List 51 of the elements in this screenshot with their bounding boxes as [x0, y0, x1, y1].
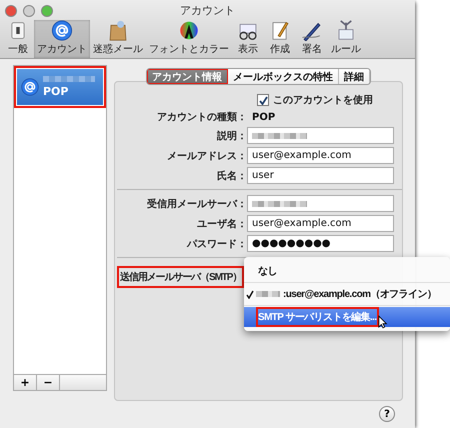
menu-item[interactable]: SMTP サーバリストを編集...	[244, 307, 450, 327]
blurred-text	[256, 291, 280, 297]
blurred-text	[252, 200, 307, 206]
toolbar-item[interactable]: 署名	[296, 20, 328, 58]
account-type-value: POP	[251, 112, 276, 122]
input-field[interactable]	[247, 195, 394, 212]
at-sign-icon	[21, 78, 39, 96]
input-field[interactable]: user	[247, 167, 394, 184]
field-label: ユーザ名：	[196, 218, 247, 230]
close-icon[interactable]	[5, 5, 17, 17]
tab[interactable]: 詳細	[339, 69, 370, 84]
tab[interactable]: メールボックスの特性	[228, 69, 339, 84]
field-label: 説明：	[216, 130, 247, 142]
account-item[interactable]: POP	[17, 69, 103, 105]
menu-item[interactable]: :user@example.com（オフライン）	[244, 284, 450, 304]
toolbar-item[interactable]: 作成	[264, 20, 296, 58]
menu-item-label: なし	[257, 265, 278, 279]
toolbar-item[interactable]: 迷惑メール	[90, 20, 146, 58]
blurred-text	[43, 76, 95, 82]
field-label: パスワード：	[186, 238, 247, 250]
toolbar-item[interactable]: ルール	[328, 20, 364, 58]
checkbox-label: このアカウントを使用	[273, 94, 373, 107]
checkmark-icon	[258, 96, 268, 104]
add-button[interactable]: +	[14, 375, 37, 390]
menu-item[interactable]: なし	[244, 261, 450, 281]
toolbar-item[interactable]: 表示	[232, 20, 264, 58]
blurred-text	[252, 132, 307, 138]
menu-item-label: SMTP サーバリストを編集...	[256, 307, 379, 327]
input-field[interactable]: user@example.com	[247, 215, 394, 232]
minimize-icon[interactable]	[23, 5, 35, 17]
field-label: 受信用メールサーバ：	[146, 198, 247, 210]
menu-item-label: :user@example.com（オフライン）	[282, 288, 438, 302]
toolbar-item[interactable]: フォントとカラー	[146, 20, 232, 58]
field-label: メールアドレス：	[166, 150, 247, 162]
help-button[interactable]: ?	[379, 406, 395, 422]
zoom-icon[interactable]	[41, 5, 53, 17]
remove-button[interactable]: −	[37, 375, 60, 390]
tab[interactable]: アカウント情報	[147, 69, 228, 84]
field-label: アカウントの種類：	[156, 110, 247, 124]
window-title: アカウント	[180, 2, 235, 18]
input-field[interactable]	[247, 127, 394, 144]
checkmark-icon	[246, 290, 254, 298]
input-field[interactable]: user@example.com	[247, 147, 394, 164]
smtp-label: 送信用メールサーバ（SMTP）	[117, 266, 244, 288]
account-type: POP	[43, 85, 70, 98]
field-label: 氏名：	[216, 170, 247, 182]
toolbar-item[interactable]: アカウント	[34, 20, 90, 58]
at-sign-icon	[50, 20, 74, 41]
checkbox[interactable]	[257, 94, 269, 106]
input-field[interactable]: ●●●●●●●●●	[247, 235, 394, 252]
toolbar-item[interactable]: 一般	[2, 20, 34, 58]
